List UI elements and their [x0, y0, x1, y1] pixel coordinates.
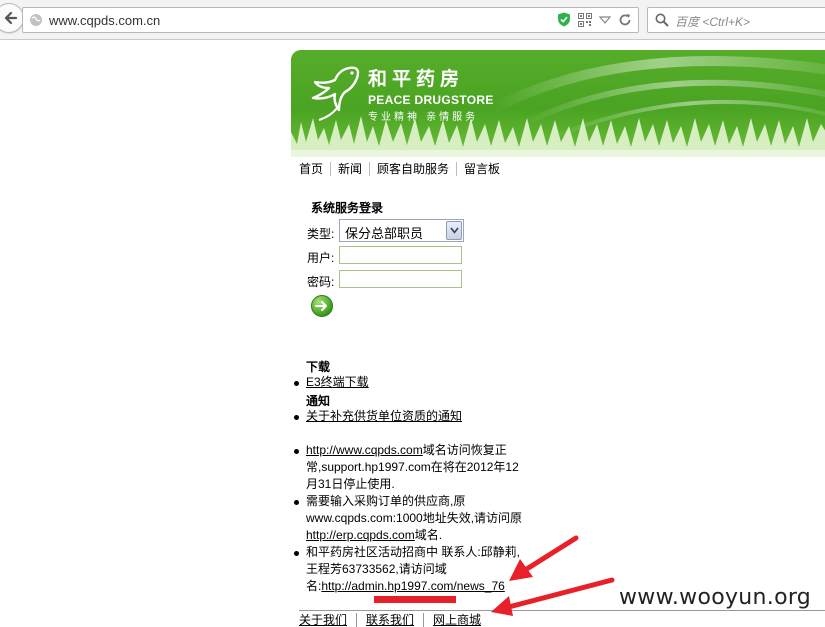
annotation-arrows	[491, 535, 615, 616]
watermark: www.wooyun.org	[619, 585, 812, 610]
annotation-underline	[374, 596, 456, 603]
